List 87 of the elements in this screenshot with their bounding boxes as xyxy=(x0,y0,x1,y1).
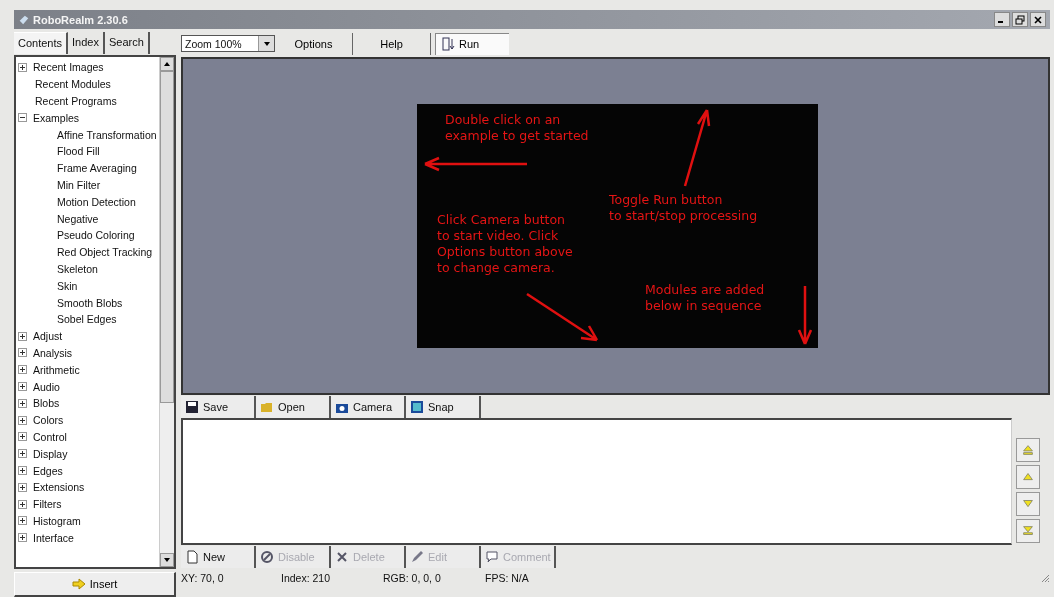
status-text: XY: 70, 0 xyxy=(181,572,225,584)
tree-item[interactable]: Filters xyxy=(33,498,62,511)
minimize-icon xyxy=(998,21,1003,23)
up-arrow-icon xyxy=(1021,443,1035,457)
expand-toggle[interactable] xyxy=(18,533,27,543)
zoom-dropdown[interactable]: Zoom 100% xyxy=(181,35,275,52)
tree-item[interactable]: Motion Detection xyxy=(57,195,136,208)
right-arrow-icon xyxy=(71,577,86,591)
expand-toggle[interactable] xyxy=(18,482,27,492)
tree-item[interactable]: Skin xyxy=(57,279,78,292)
toolbar-button[interactable]: Save xyxy=(181,395,256,418)
expand-toggle[interactable] xyxy=(18,432,27,442)
annotation-text: Toggle Run button to start/stop processing xyxy=(609,192,758,224)
tree-item[interactable]: Analysis xyxy=(33,346,73,359)
toolbar-button[interactable]: Help xyxy=(353,32,431,55)
tree-item[interactable]: Negative xyxy=(57,212,99,225)
down-arrow-icon xyxy=(1021,524,1035,538)
status-text: FPS: N/A xyxy=(485,572,530,584)
app-icon xyxy=(18,13,30,26)
tree-item[interactable]: Frame Averaging xyxy=(57,162,137,175)
tree-item[interactable]: Recent Images xyxy=(33,61,104,74)
tree-item[interactable]: Histogram xyxy=(33,514,81,527)
status-text: Index: 210 xyxy=(281,572,332,584)
tree-item[interactable]: Colors xyxy=(33,414,64,427)
restore-button[interactable] xyxy=(1012,12,1028,27)
tree-item[interactable]: Control xyxy=(33,430,67,443)
tree-item[interactable]: Display xyxy=(33,447,68,460)
x-icon xyxy=(335,549,349,564)
tree-item[interactable]: Min Filter xyxy=(57,178,101,191)
close-icon xyxy=(1033,14,1043,25)
scroll-down-icon[interactable] xyxy=(160,553,174,567)
expand-toggle[interactable] xyxy=(18,62,27,72)
status-text: RGB: 0, 0, 0 xyxy=(383,572,442,584)
expand-toggle[interactable] xyxy=(18,348,27,358)
tree-item[interactable]: Smooth Blobs xyxy=(57,296,123,309)
tree-item[interactable]: Skeleton xyxy=(57,262,98,275)
tree-item[interactable]: Examples xyxy=(33,111,80,124)
toolbar-button[interactable]: Options xyxy=(275,32,353,55)
tree-item[interactable]: Adjust xyxy=(33,330,63,343)
tree-item[interactable]: Arithmetic xyxy=(33,363,80,376)
scroll-thumb[interactable] xyxy=(160,71,174,403)
help-tab[interactable]: Contents xyxy=(14,32,69,54)
expand-toggle[interactable] xyxy=(18,449,27,459)
expand-toggle[interactable] xyxy=(18,331,27,341)
tree-item[interactable]: Sobel Edges xyxy=(57,313,117,326)
tree-item[interactable]: Pseudo Coloring xyxy=(57,229,135,242)
insert-button[interactable]: Insert xyxy=(14,572,176,597)
expand-toggle[interactable] xyxy=(18,398,27,408)
tree-item[interactable]: Red Object Tracking xyxy=(57,246,153,259)
pencil-icon xyxy=(410,549,424,564)
minimize-button[interactable] xyxy=(994,12,1010,27)
no-entry-icon xyxy=(260,549,274,564)
close-button[interactable] xyxy=(1030,12,1046,27)
run-button[interactable]: Run xyxy=(435,32,509,55)
tree-item[interactable]: Flood Fill xyxy=(57,145,100,158)
window-title: RoboRealm 2.30.6 xyxy=(33,13,128,26)
scrollbar[interactable] xyxy=(159,57,174,567)
tree-item[interactable]: Audio xyxy=(33,380,60,393)
run-icon xyxy=(442,37,456,51)
expand-toggle[interactable] xyxy=(18,415,27,425)
tree-item[interactable]: Interface xyxy=(33,531,74,544)
tree-item[interactable]: Blobs xyxy=(33,397,60,410)
toolbar-button[interactable]: Snap xyxy=(406,395,481,418)
picture-frame-icon xyxy=(410,399,424,414)
resize-grip-icon xyxy=(1040,573,1050,583)
toolbar-button[interactable]: New xyxy=(181,545,256,568)
expand-toggle[interactable] xyxy=(18,516,27,526)
speech-bubble-icon xyxy=(485,549,499,564)
expand-toggle[interactable] xyxy=(18,499,27,509)
restore-icon xyxy=(1015,14,1025,25)
tree-item[interactable]: Recent Modules xyxy=(35,78,111,91)
tree-item[interactable]: Recent Programs xyxy=(35,95,117,107)
toolbar-button[interactable]: Open xyxy=(256,395,331,418)
scroll-up-icon[interactable] xyxy=(160,57,174,71)
collapse-toggle[interactable] xyxy=(18,113,27,123)
annotation-text: Click Camera button to start video. Click Options button above to change camera. xyxy=(437,212,573,276)
expand-toggle[interactable] xyxy=(18,382,27,392)
expand-toggle[interactable] xyxy=(18,365,27,375)
tree-item[interactable]: Affine Transformation xyxy=(57,128,157,141)
down-arrow xyxy=(797,284,813,346)
tree-item[interactable]: Edges xyxy=(33,464,63,477)
annotation-text: Modules are added below in sequence xyxy=(645,282,765,314)
toolbar-button[interactable]: Camera xyxy=(331,395,406,418)
tree-item[interactable]: Extensions xyxy=(33,481,85,494)
annotation-text: Double click on an example to get started xyxy=(445,112,589,144)
document-icon xyxy=(185,549,199,564)
expand-toggle[interactable] xyxy=(18,466,27,475)
